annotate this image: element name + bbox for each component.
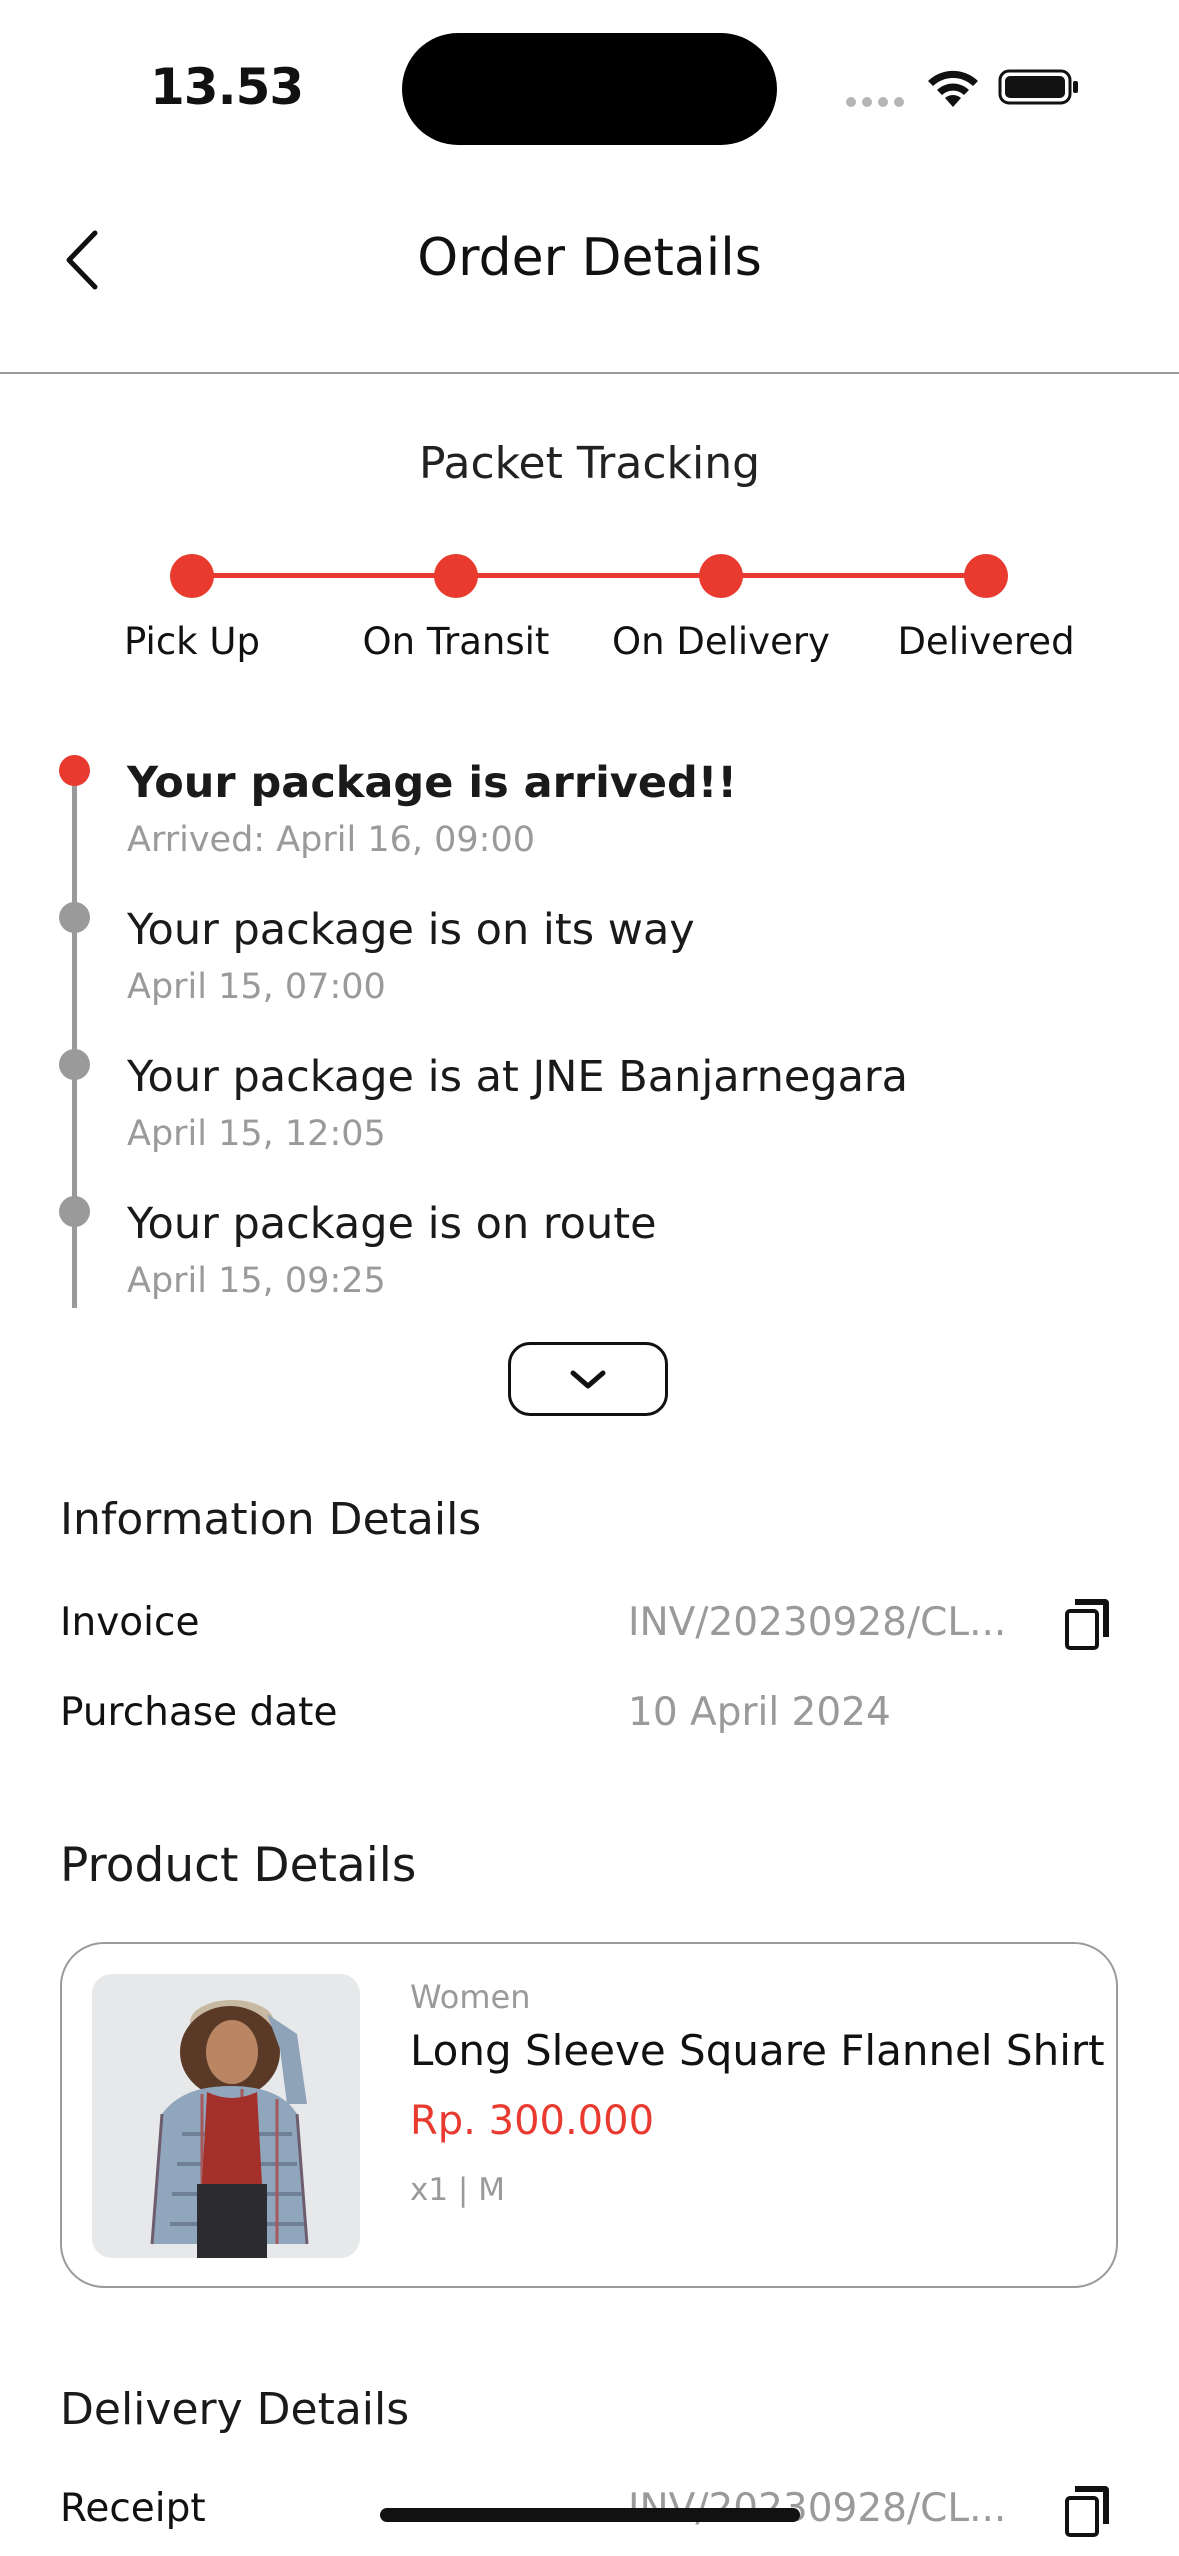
cellular-signal-icon: [846, 97, 904, 107]
step-dot-on-transit: [434, 554, 478, 598]
tracking-progress-line: [192, 573, 987, 578]
chevron-down-icon: [570, 1370, 606, 1389]
step-dot-pick-up: [170, 554, 214, 598]
tracking-title: Packet Tracking: [418, 438, 761, 489]
copy-icon[interactable]: [1063, 1597, 1111, 1651]
header-divider: [0, 372, 1179, 374]
product-image: [92, 1974, 360, 2258]
product-price: Rp. 300.000: [410, 2098, 655, 2144]
purchase-date-value: 10 April 2024: [628, 1690, 891, 1735]
product-name: Long Sleeve Square Flannel Shirt: [410, 2026, 1105, 2075]
copy-icon[interactable]: [1063, 2484, 1111, 2538]
step-label-pick-up: Pick Up: [124, 620, 260, 663]
product-details-title: Product Details: [60, 1838, 417, 1893]
expand-timeline-button[interactable]: [508, 1342, 668, 1416]
timeline-rail: [72, 780, 77, 1308]
timeline-item-title: Your package is arrived!!: [127, 758, 737, 808]
page-title: Order Details: [417, 228, 762, 288]
timeline-dot-active: [59, 755, 90, 786]
timeline-item-title: Your package is at JNE Banjarnegara: [127, 1052, 908, 1102]
product-category: Women: [410, 1978, 531, 2016]
delivery-details-title: Delivery Details: [60, 2384, 410, 2435]
timeline-item-time: April 15, 07:00: [127, 967, 386, 1007]
information-details-title: Information Details: [60, 1494, 482, 1545]
home-indicator[interactable]: [380, 2508, 800, 2522]
invoice-value: INV/20230928/CL...: [628, 1600, 1007, 1645]
timeline-item-title: Your package is on route: [127, 1199, 657, 1249]
step-label-delivered: Delivered: [897, 620, 1075, 663]
timeline-item-time: April 15, 12:05: [127, 1114, 386, 1154]
timeline-item-time: April 15, 09:25: [127, 1261, 386, 1301]
wifi-icon: [928, 70, 978, 107]
timeline-dot: [59, 1196, 90, 1227]
step-dot-on-delivery: [699, 554, 743, 598]
battery-icon: [998, 69, 1078, 105]
dynamic-island: [402, 33, 777, 145]
step-dot-delivered: [964, 554, 1008, 598]
receipt-label: Receipt: [60, 2486, 206, 2531]
timeline-item-title: Your package is on its way: [127, 905, 695, 955]
step-label-on-delivery: On Delivery: [612, 620, 830, 663]
invoice-label: Invoice: [60, 1600, 200, 1645]
purchase-date-label: Purchase date: [60, 1690, 338, 1735]
timeline-dot: [59, 1049, 90, 1080]
timeline-item-time: Arrived: April 16, 09:00: [127, 820, 535, 860]
timeline-dot: [59, 902, 90, 933]
step-label-on-transit: On Transit: [362, 620, 550, 663]
product-quantity-size: x1 | M: [410, 2172, 505, 2208]
status-time: 13.53: [150, 58, 304, 116]
